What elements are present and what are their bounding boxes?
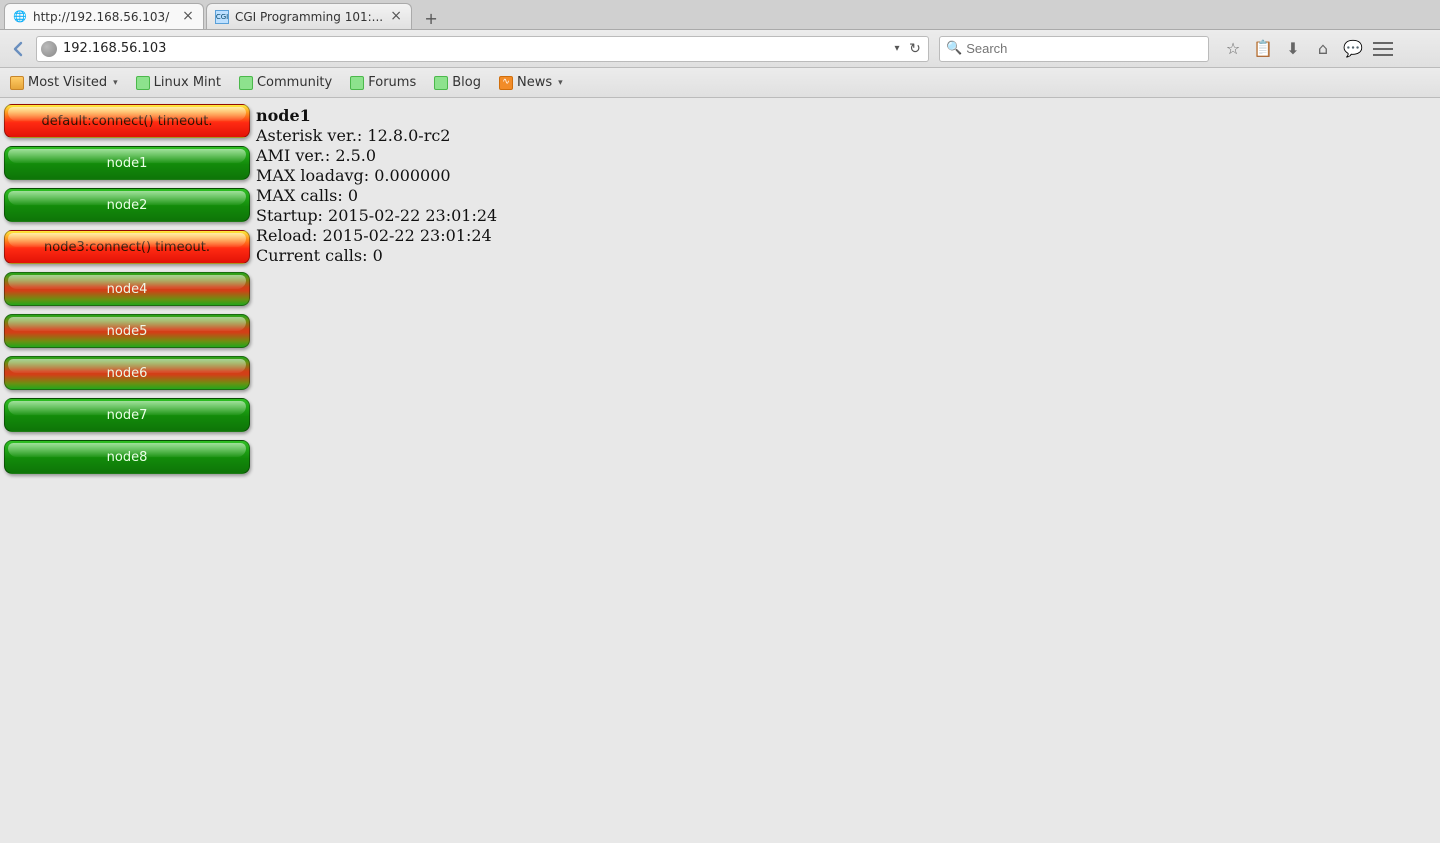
bookmark-most-visited[interactable]: Most Visited ▾ bbox=[6, 73, 122, 92]
detail-current-label: Current calls: bbox=[256, 246, 373, 265]
node-label: node4 bbox=[107, 282, 148, 297]
node-label: node3:connect() timeout. bbox=[44, 240, 210, 255]
toolbar-icons: ☆ 📋 ⬇ ⌂ 💬 bbox=[1223, 39, 1393, 59]
bookmark-label: Linux Mint bbox=[154, 75, 221, 90]
search-box[interactable]: 🔍 bbox=[939, 36, 1209, 62]
detail-maxcalls-value: 0 bbox=[348, 186, 358, 205]
globe-icon bbox=[41, 41, 57, 57]
detail-loadavg-value: 0.000000 bbox=[374, 166, 450, 185]
node-button-6[interactable]: node6 bbox=[4, 356, 250, 390]
reload-button[interactable]: ↻ bbox=[906, 41, 924, 57]
node-label: node1 bbox=[107, 156, 148, 171]
bookmark-forums[interactable]: Forums bbox=[346, 73, 420, 92]
bookmark-label: Most Visited bbox=[28, 75, 107, 90]
bookmark-label: News bbox=[517, 75, 552, 90]
browser-tab-0[interactable]: 🌐 http://192.168.56.103/ × bbox=[4, 3, 204, 29]
node-detail: node1 Asterisk ver.: 12.8.0-rc2 AMI ver.… bbox=[254, 98, 501, 843]
detail-ami-label: AMI ver.: bbox=[256, 146, 335, 165]
back-icon bbox=[11, 41, 27, 57]
navbar: 192.168.56.103 ▾ ↻ 🔍 ☆ 📋 ⬇ ⌂ 💬 bbox=[0, 30, 1440, 68]
node-label: node7 bbox=[107, 408, 148, 423]
menu-icon[interactable] bbox=[1373, 42, 1393, 56]
node-label: node2 bbox=[107, 198, 148, 213]
bookmark-community[interactable]: Community bbox=[235, 73, 336, 92]
bookmark-label: Forums bbox=[368, 75, 416, 90]
bookmark-blog[interactable]: Blog bbox=[430, 73, 485, 92]
clipboard-icon[interactable]: 📋 bbox=[1253, 39, 1273, 59]
mint-icon bbox=[434, 76, 448, 90]
bookmarks-bar: Most Visited ▾ Linux Mint Community Foru… bbox=[0, 68, 1440, 98]
detail-startup-label: Startup: bbox=[256, 206, 328, 225]
node-button-2[interactable]: node2 bbox=[4, 188, 250, 222]
detail-asterisk-label: Asterisk ver.: bbox=[256, 126, 367, 145]
bookmark-label: Community bbox=[257, 75, 332, 90]
node-button-5[interactable]: node5 bbox=[4, 314, 250, 348]
globe-icon: 🌐 bbox=[13, 10, 27, 24]
detail-startup-value: 2015-02-22 23:01:24 bbox=[328, 206, 497, 225]
downloads-icon[interactable]: ⬇ bbox=[1283, 39, 1303, 59]
cgi-icon: CGI bbox=[215, 10, 229, 24]
tab-strip: 🌐 http://192.168.56.103/ × CGI CGI Progr… bbox=[0, 0, 1440, 30]
page-content: default:connect() timeout. node1 node2 node… bbox=[0, 98, 1440, 843]
node-button-0[interactable]: default:connect() timeout. bbox=[4, 104, 250, 138]
mint-icon bbox=[239, 76, 253, 90]
new-tab-button[interactable]: + bbox=[418, 7, 444, 29]
close-icon[interactable]: × bbox=[389, 10, 403, 24]
detail-reload-value: 2015-02-22 23:01:24 bbox=[323, 226, 492, 245]
browser-tab-1[interactable]: CGI CGI Programming 101:... × bbox=[206, 3, 412, 29]
chevron-down-icon: ▾ bbox=[558, 78, 563, 88]
mint-icon bbox=[136, 76, 150, 90]
bookmark-linux-mint[interactable]: Linux Mint bbox=[132, 73, 225, 92]
node-button-3[interactable]: node3:connect() timeout. bbox=[4, 230, 250, 264]
bookmark-news[interactable]: ∿ News ▾ bbox=[495, 73, 567, 92]
node-button-4[interactable]: node4 bbox=[4, 272, 250, 306]
node-label: node8 bbox=[107, 450, 148, 465]
detail-ami-value: 2.5.0 bbox=[335, 146, 376, 165]
detail-loadavg-label: MAX loadavg: bbox=[256, 166, 374, 185]
chevron-down-icon: ▾ bbox=[113, 78, 118, 88]
close-icon[interactable]: × bbox=[181, 10, 195, 24]
node-button-7[interactable]: node7 bbox=[4, 398, 250, 432]
bookmark-label: Blog bbox=[452, 75, 481, 90]
url-text[interactable]: 192.168.56.103 bbox=[63, 41, 890, 56]
node-label: node5 bbox=[107, 324, 148, 339]
node-button-8[interactable]: node8 bbox=[4, 440, 250, 474]
detail-maxcalls-label: MAX calls: bbox=[256, 186, 348, 205]
chevron-down-icon[interactable]: ▾ bbox=[890, 43, 904, 54]
detail-reload-label: Reload: bbox=[256, 226, 323, 245]
search-input[interactable] bbox=[966, 41, 1202, 56]
home-icon[interactable]: ⌂ bbox=[1313, 39, 1333, 59]
chat-icon[interactable]: 💬 bbox=[1343, 39, 1363, 59]
tab-title: http://192.168.56.103/ bbox=[33, 10, 175, 24]
search-icon: 🔍 bbox=[946, 41, 962, 56]
back-button[interactable] bbox=[6, 36, 32, 62]
bookmark-star-icon[interactable]: ☆ bbox=[1223, 39, 1243, 59]
detail-asterisk-value: 12.8.0-rc2 bbox=[367, 126, 450, 145]
detail-current-value: 0 bbox=[373, 246, 383, 265]
mint-icon bbox=[350, 76, 364, 90]
address-bar[interactable]: 192.168.56.103 ▾ ↻ bbox=[36, 36, 929, 62]
node-label: default:connect() timeout. bbox=[41, 114, 212, 129]
tab-title: CGI Programming 101:... bbox=[235, 10, 383, 24]
detail-title: node1 bbox=[256, 106, 311, 125]
node-label: node6 bbox=[107, 366, 148, 381]
node-button-1[interactable]: node1 bbox=[4, 146, 250, 180]
rss-icon: ∿ bbox=[499, 76, 513, 90]
node-sidebar: default:connect() timeout. node1 node2 node… bbox=[0, 98, 254, 843]
folder-icon bbox=[10, 76, 24, 90]
